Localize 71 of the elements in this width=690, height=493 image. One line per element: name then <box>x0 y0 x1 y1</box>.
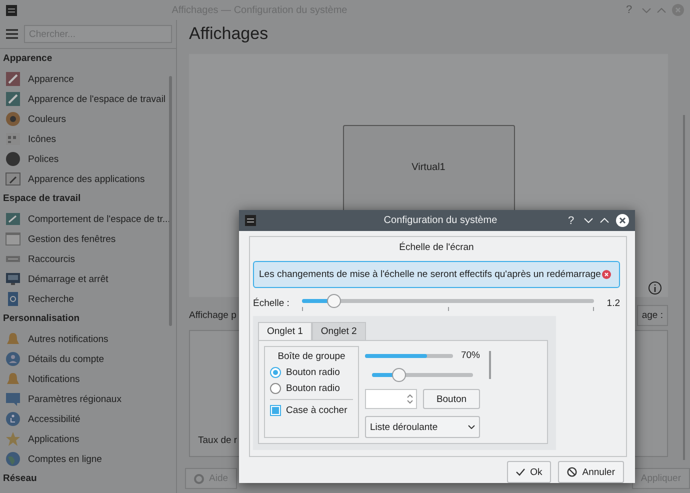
sidebar-item[interactable]: Accessibilité <box>0 409 176 429</box>
sidebar-item[interactable]: Gestion des fenêtres <box>0 229 176 249</box>
star-icon <box>5 431 21 447</box>
section-heading: Apparence <box>2 52 54 66</box>
sidebar-item[interactable]: Notifications <box>0 369 176 389</box>
radio-label: Bouton radio <box>286 367 340 378</box>
checkbox[interactable] <box>270 405 281 416</box>
message-text: Les changements de mise à l'échelle ne seront effectifs qu'après un redémarrage <box>259 269 601 280</box>
sidebar-item[interactable]: Autres notifications <box>0 329 176 349</box>
accessibility-icon <box>5 411 21 427</box>
app-icon <box>6 4 17 16</box>
dialog-title: Configuration du système <box>382 215 498 226</box>
page-title: Affichages <box>189 24 270 44</box>
info-icon[interactable] <box>648 281 662 295</box>
close-icon[interactable] <box>616 214 629 227</box>
sidebar-item[interactable]: Raccourcis <box>0 249 176 269</box>
scale-label: Échelle : <box>253 298 290 308</box>
radio-button[interactable] <box>270 383 281 394</box>
person-icon <box>5 351 21 367</box>
tab[interactable]: Onglet 1 <box>258 322 312 340</box>
push-button[interactable]: Bouton <box>423 389 480 409</box>
sidebar-item[interactable]: Apparence de l'espace de travail <box>0 89 176 109</box>
cancel-button[interactable]: Annuler <box>558 461 624 483</box>
sidebar-item[interactable]: Détails du compte <box>0 349 176 369</box>
monitor-icon <box>5 271 21 287</box>
forbidden-icon <box>567 467 578 477</box>
dropdown[interactable]: Liste déroulante <box>365 416 480 438</box>
sidebar-item[interactable]: Icônes <box>0 129 176 149</box>
sidebar-item[interactable]: Recherche <box>0 289 176 309</box>
app-icon <box>245 215 256 226</box>
section-heading: Réseau <box>2 472 38 486</box>
close-icon[interactable] <box>602 270 611 279</box>
scale-value: 1.2 <box>606 298 620 308</box>
section-heading: Personnalisation <box>2 312 81 326</box>
sidebar-item[interactable]: Polices <box>0 149 176 169</box>
sidebar-item[interactable]: Paramètres régionaux <box>0 389 176 409</box>
bell-icon <box>5 371 21 387</box>
tab[interactable]: Onglet 2 <box>312 322 366 340</box>
group-title: Boîte de groupe <box>276 351 346 362</box>
checkbox-label: Case à cocher <box>286 405 348 416</box>
sidebar-item[interactable]: Couleurs <box>0 109 176 129</box>
chevron-down-icon <box>468 425 475 429</box>
option-button[interactable]: age : <box>636 305 668 326</box>
checkmark-icon <box>516 468 526 476</box>
progress-value: 70% <box>460 350 480 361</box>
sidebar-item[interactable]: Apparence <box>0 69 176 89</box>
speech-bubble-icon <box>5 391 21 407</box>
sidebar-item[interactable]: Comptes en ligne <box>0 449 176 469</box>
section-heading: Échelle de l'écran <box>398 242 475 253</box>
brush-icon <box>5 91 21 107</box>
brush-icon <box>5 71 21 87</box>
bell-icon <box>5 331 21 347</box>
color-wheel-icon <box>5 111 21 127</box>
globe-icon <box>5 451 21 467</box>
field-label: Affichage p <box>189 310 236 321</box>
radio-button[interactable] <box>270 367 281 378</box>
document-icon <box>5 291 21 307</box>
sidebar-item[interactable]: Démarrage et arrêt <box>0 269 176 289</box>
sidebar-item[interactable]: Applications <box>0 429 176 449</box>
section-heading: Espace de travail <box>2 192 82 206</box>
sidebar-item[interactable]: Apparence des applications <box>0 169 176 189</box>
ok-button[interactable]: Ok <box>507 461 552 483</box>
scrollbar[interactable] <box>489 351 491 379</box>
up-down-arrows-icon <box>407 394 413 404</box>
help-button[interactable]: ? <box>565 214 577 226</box>
spin-box[interactable] <box>365 389 417 409</box>
field-label: Taux de r <box>198 435 238 446</box>
menu-icon[interactable] <box>6 29 18 39</box>
sidebar-item[interactable]: Comportement de l'espace de tr... <box>0 209 176 229</box>
radio-label: Bouton radio <box>286 383 340 394</box>
pen-window-icon <box>5 171 21 187</box>
